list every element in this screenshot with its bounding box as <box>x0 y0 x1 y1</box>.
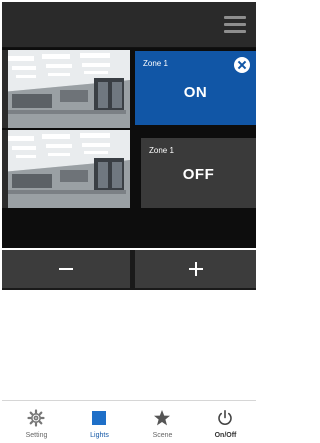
power-icon <box>218 409 232 425</box>
zone-tile-off[interactable]: Zone 1 OFF <box>141 138 256 208</box>
zones-panel: Zone 1 ON Zone 1 OFF <box>2 48 256 248</box>
tab-label: Lights <box>90 432 109 439</box>
zone-tile-on[interactable]: Zone 1 ON <box>135 51 256 125</box>
app-screen: Zone 1 ON Zone 1 OFF Setting Lights Scen… <box>2 2 256 443</box>
zone-name: Zone 1 <box>143 59 168 68</box>
top-bar <box>2 2 256 48</box>
star-icon <box>154 410 170 426</box>
tab-scene[interactable]: Scene <box>131 401 194 443</box>
tab-lights[interactable]: Lights <box>68 401 131 443</box>
tab-setting[interactable]: Setting <box>5 401 68 443</box>
tab-on-off[interactable]: On/Off <box>194 401 257 443</box>
tab-label: On/Off <box>214 432 237 439</box>
close-icon[interactable] <box>234 57 250 73</box>
decrease-brightness-button[interactable] <box>2 250 130 288</box>
tab-label: Setting <box>25 432 48 439</box>
dimmer-controls <box>2 250 256 290</box>
bottom-tab-bar: Setting Lights Scene On/Off <box>2 400 256 443</box>
increase-brightness-button[interactable] <box>135 250 256 288</box>
minus-icon <box>59 268 73 270</box>
gear-icon <box>27 409 45 427</box>
tab-label: Scene <box>152 432 173 439</box>
zone-thumbnail-image <box>2 50 130 128</box>
zone-state: ON <box>183 84 208 101</box>
zone-row: Zone 1 ON <box>2 50 256 130</box>
zone-thumbnail-image <box>2 130 130 208</box>
zone-state: OFF <box>182 166 215 183</box>
hamburger-menu-icon[interactable] <box>224 16 246 34</box>
zone-row: Zone 1 OFF <box>2 130 256 210</box>
square-icon <box>92 411 106 425</box>
zone-name: Zone 1 <box>149 146 174 155</box>
